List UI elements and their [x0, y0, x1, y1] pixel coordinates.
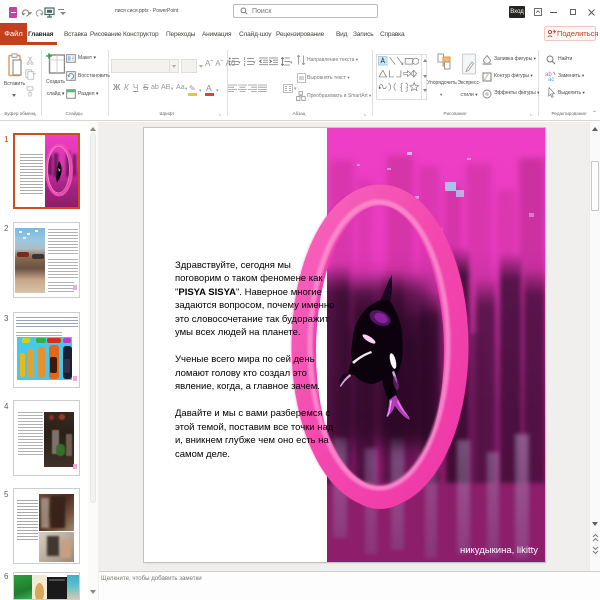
- svg-text:ac: ac: [548, 77, 554, 82]
